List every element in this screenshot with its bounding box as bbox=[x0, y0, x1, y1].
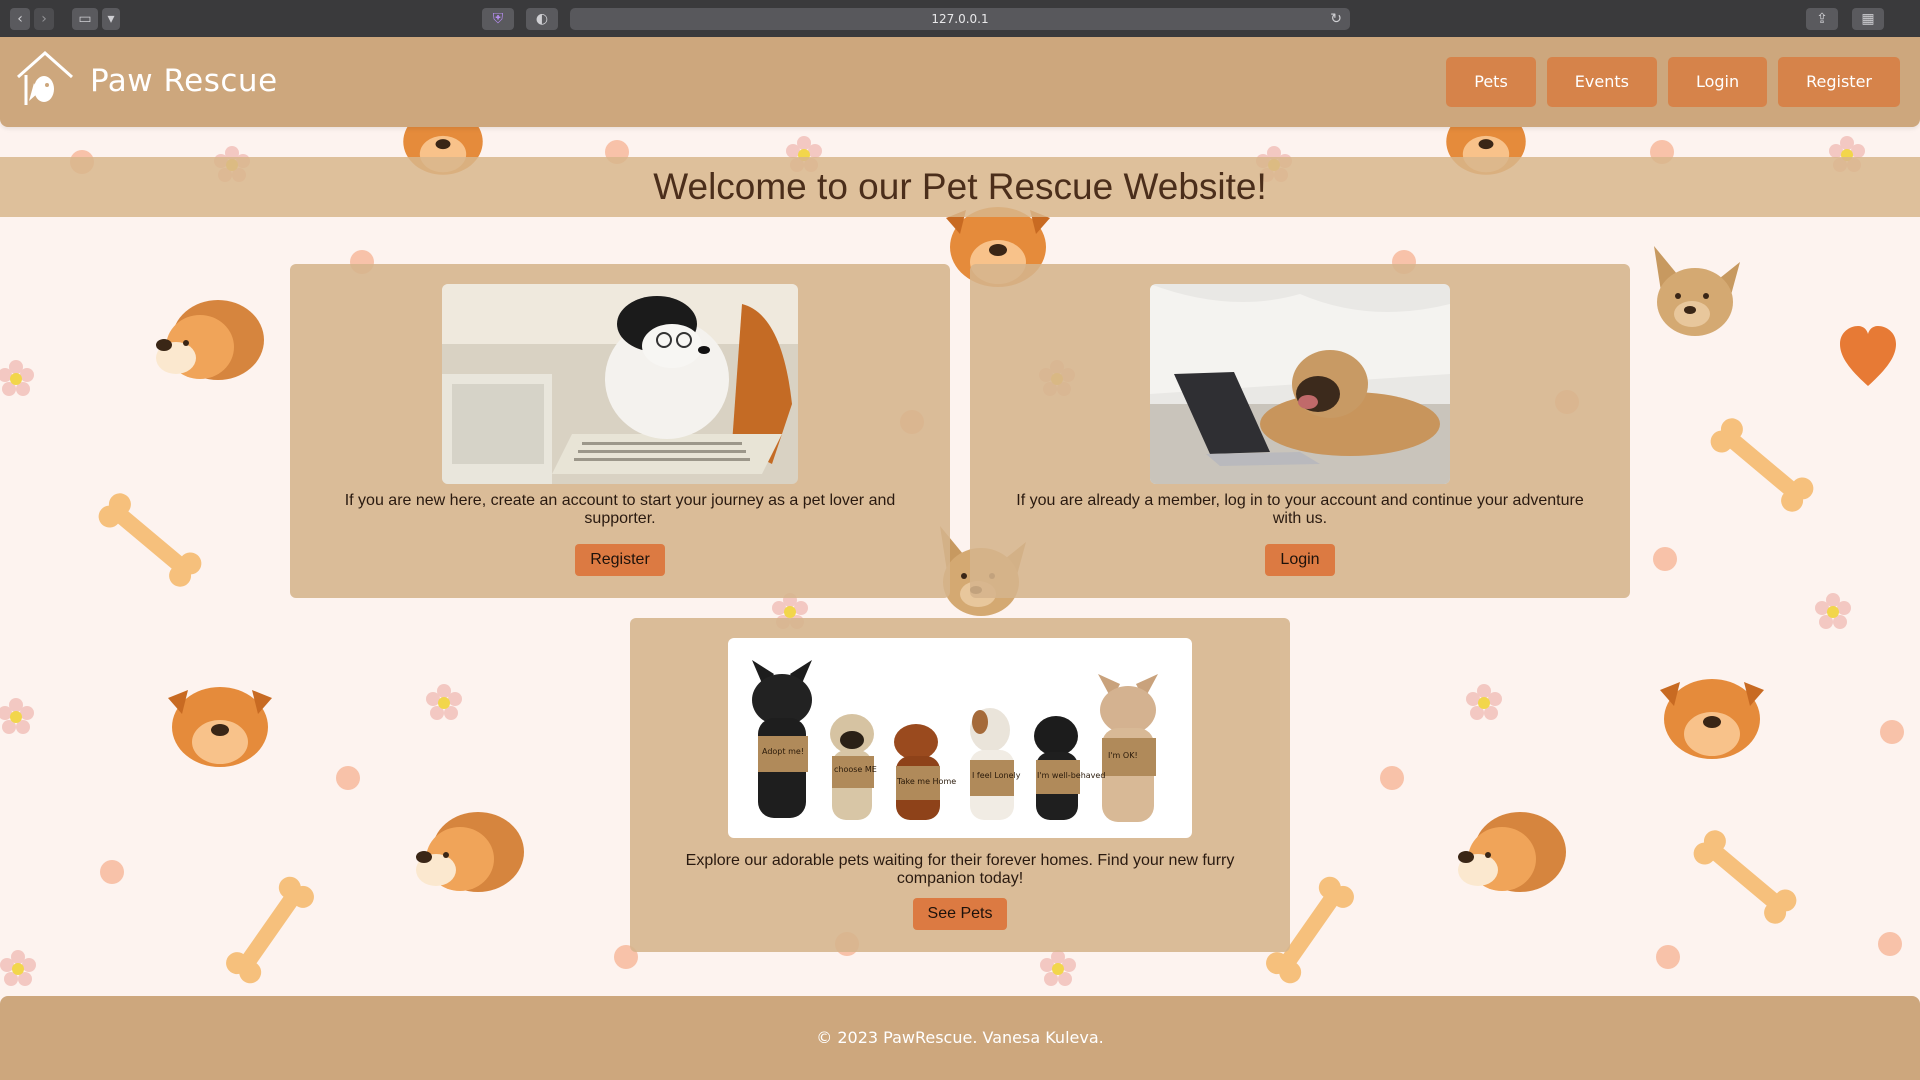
forward-icon[interactable]: › bbox=[34, 8, 54, 30]
welcome-banner: Welcome to our Pet Rescue Website! bbox=[0, 157, 1920, 217]
back-icon[interactable]: ‹ bbox=[10, 8, 30, 30]
sign-label: choose ME bbox=[834, 765, 877, 774]
flower-icon bbox=[0, 698, 34, 734]
login-card-text: If you are already a member, log in to y… bbox=[1016, 492, 1584, 527]
dog-figure bbox=[1034, 716, 1080, 820]
nav-login-button[interactable]: Login bbox=[1667, 57, 1768, 107]
dog-figure bbox=[1098, 674, 1158, 822]
share-icon[interactable]: ⇪ bbox=[1806, 8, 1838, 30]
dog-head-icon bbox=[156, 300, 264, 380]
nav-pets-button[interactable]: Pets bbox=[1446, 57, 1536, 107]
login-card: If you are already a member, log in to y… bbox=[970, 264, 1630, 598]
address-bar[interactable]: 127.0.0.1 ↻ bbox=[570, 8, 1350, 30]
sign-label: Take me Home bbox=[896, 777, 956, 786]
chihuahua-head-icon bbox=[1654, 246, 1740, 336]
dog-at-computer-photo bbox=[442, 284, 798, 484]
dog-head-icon bbox=[416, 812, 524, 892]
tabs-overview-icon[interactable]: ▦ bbox=[1852, 8, 1884, 30]
sidebar-toggle-icon[interactable]: ▭ bbox=[72, 8, 98, 30]
flower-icon bbox=[0, 950, 36, 986]
url-text: 127.0.0.1 bbox=[931, 12, 989, 26]
sign-label: I'm OK! bbox=[1108, 751, 1138, 760]
paw-dot bbox=[1880, 720, 1904, 744]
register-card-text: If you are new here, create an account t… bbox=[344, 492, 896, 527]
site-footer: © 2023 PawRescue. Vanesa Kuleva. bbox=[0, 996, 1920, 1080]
dog-head-icon bbox=[1458, 812, 1566, 892]
register-card: If you are new here, create an account t… bbox=[290, 264, 950, 598]
browser-toolbar: ‹ › ▭ ▾ ⛨ ◐ 127.0.0.1 ↻ ⇪ ▦ bbox=[0, 0, 1920, 38]
pug-with-laptop-photo bbox=[1150, 284, 1450, 484]
site-header: Paw Rescue Pets Events Login Register bbox=[0, 37, 1920, 127]
privacy-icon[interactable]: ◐ bbox=[526, 8, 558, 30]
login-button[interactable]: Login bbox=[1265, 544, 1335, 576]
paw-dot bbox=[1878, 932, 1902, 956]
bulldog-head-icon bbox=[1660, 679, 1764, 759]
footer-copyright: © 2023 PawRescue. Vanesa Kuleva. bbox=[816, 1028, 1104, 1047]
flower-icon bbox=[1466, 684, 1502, 720]
sign-label: I'm well-behaved bbox=[1037, 771, 1105, 780]
dog-figure bbox=[970, 708, 1014, 820]
pets-card: Adopt me! choose ME Take me Home I feel … bbox=[630, 618, 1290, 952]
paw-rescue-logo-icon[interactable] bbox=[14, 49, 76, 111]
paw-dot bbox=[1380, 766, 1404, 790]
chevron-down-icon[interactable]: ▾ bbox=[102, 8, 120, 30]
nav-events-button[interactable]: Events bbox=[1546, 57, 1657, 107]
shield-icon[interactable]: ⛨ bbox=[482, 8, 514, 30]
paw-dot bbox=[100, 860, 124, 884]
pets-card-text: Explore our adorable pets waiting for th… bbox=[685, 852, 1235, 887]
flower-icon bbox=[1040, 950, 1076, 986]
nav-register-button[interactable]: Register bbox=[1778, 57, 1900, 107]
see-pets-button[interactable]: See Pets bbox=[913, 898, 1007, 930]
register-button[interactable]: Register bbox=[575, 544, 665, 576]
dogs-with-signs-photo: Adopt me! choose ME Take me Home I feel … bbox=[728, 638, 1192, 838]
bone-icon bbox=[98, 493, 202, 587]
paw-dot bbox=[1656, 945, 1680, 969]
bone-icon bbox=[1710, 418, 1814, 512]
flower-icon bbox=[0, 360, 34, 396]
main-nav: Pets Events Login Register bbox=[1446, 57, 1900, 107]
bone-icon bbox=[1693, 830, 1797, 924]
sign-label: Adopt me! bbox=[762, 747, 804, 756]
heart-arrow-icon bbox=[1840, 326, 1896, 386]
flower-icon bbox=[426, 684, 462, 720]
bulldog-head-icon bbox=[168, 687, 272, 767]
paw-dot bbox=[1653, 547, 1677, 571]
reload-icon[interactable]: ↻ bbox=[1330, 8, 1342, 30]
welcome-title: Welcome to our Pet Rescue Website! bbox=[653, 166, 1267, 207]
dog-figure bbox=[894, 724, 940, 820]
brand-title[interactable]: Paw Rescue bbox=[90, 63, 278, 99]
dog-figure bbox=[752, 660, 812, 818]
sign-label: I feel Lonely bbox=[972, 771, 1021, 780]
flower-icon bbox=[1815, 593, 1851, 629]
bone-icon bbox=[226, 876, 314, 984]
paw-dot bbox=[336, 766, 360, 790]
